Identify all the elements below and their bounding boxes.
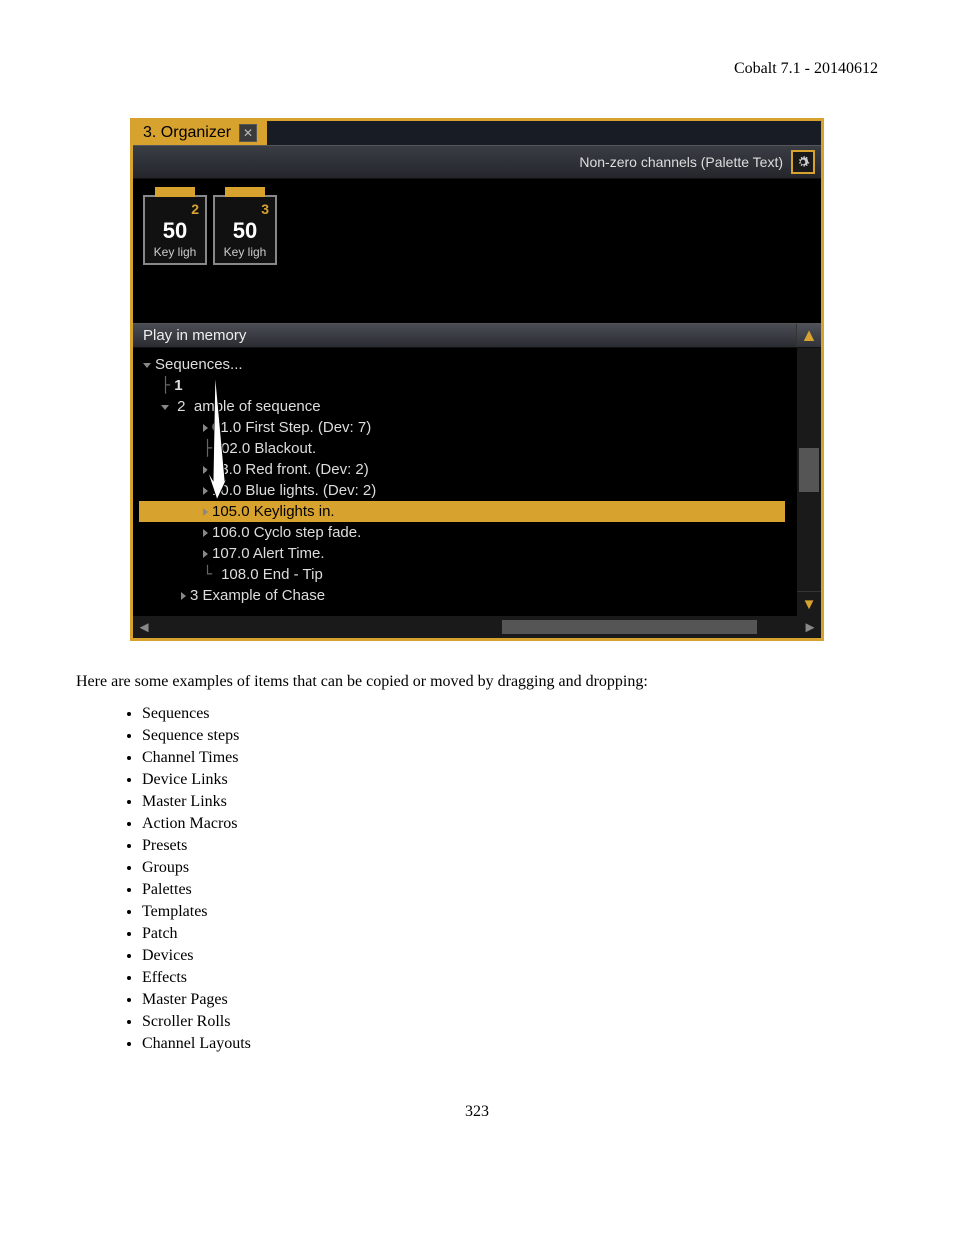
- chevron-down-icon[interactable]: [161, 405, 169, 410]
- view-mode-label: Non-zero channels (Palette Text): [579, 154, 783, 170]
- horizontal-scrollbar[interactable]: ◄ ►: [133, 616, 821, 638]
- close-icon[interactable]: ✕: [239, 124, 257, 142]
- tree-step[interactable]: 107.0 Alert Time.: [139, 543, 821, 564]
- channel-number: 3: [215, 201, 275, 217]
- tree-branch-icon: ├: [161, 376, 170, 394]
- list-item: Master Pages: [142, 989, 878, 1011]
- tree-step[interactable]: 13.0 Red front. (Dev: 2): [139, 459, 821, 480]
- scroll-track[interactable]: [159, 620, 795, 634]
- tree-label: 01.0 First Step. (Dev: 7): [212, 419, 371, 436]
- tree-label: .0 Blue lights. (Dev: 2): [229, 482, 377, 499]
- channel-number: 2: [145, 201, 205, 217]
- vertical-scrollbar[interactable]: ▼: [797, 348, 821, 616]
- channel-value: 50: [145, 217, 205, 245]
- tab-bar: 3. Organizer ✕: [133, 121, 821, 145]
- scroll-thumb[interactable]: [502, 620, 756, 634]
- tree-node-sequences[interactable]: Sequences...: [139, 354, 821, 375]
- tree-label: 106.0 Cyclo step fade.: [212, 524, 361, 541]
- tab-organizer[interactable]: 3. Organizer ✕: [133, 121, 267, 145]
- list-item: Sequence steps: [142, 725, 878, 747]
- channel-value: 50: [215, 217, 275, 245]
- channel-grid: 2 50 Key ligh 3 50 Key ligh: [133, 179, 821, 323]
- tree-label: 105.0 Keylights in.: [212, 503, 335, 520]
- doc-header: Cobalt 7.1 - 20140612: [76, 60, 878, 78]
- chevron-right-icon[interactable]: [203, 466, 208, 474]
- section-play-in-memory[interactable]: Play in memory ▲: [133, 323, 821, 348]
- chevron-down-icon[interactable]: [143, 363, 151, 368]
- chevron-right-icon[interactable]: [181, 592, 186, 600]
- tree-label: 02.0 Blackout.: [221, 440, 316, 457]
- tree-label: 1: [174, 377, 182, 394]
- list-item: Templates: [142, 901, 878, 923]
- tree-branch-icon: ├: [203, 439, 221, 457]
- tree-label: 107.0 Alert Time.: [212, 545, 325, 562]
- draggable-items-list: Sequences Sequence steps Channel Times D…: [124, 703, 878, 1055]
- scroll-thumb[interactable]: [799, 448, 819, 492]
- tree-node-seq1[interactable]: ├ 1: [139, 375, 821, 396]
- gear-icon[interactable]: [791, 150, 815, 174]
- tree-label: 108.0 End - Tip: [221, 566, 323, 583]
- list-item: Device Links: [142, 769, 878, 791]
- scroll-down-icon[interactable]: ▼: [797, 591, 821, 616]
- scroll-left-icon[interactable]: ◄: [135, 618, 153, 636]
- tree-step[interactable]: 01.0 First Step. (Dev: 7): [139, 417, 821, 438]
- tree-label: 3 Example of Chase: [190, 587, 325, 604]
- tree-step-selected[interactable]: 105.0 Keylights in.: [139, 501, 785, 522]
- list-item: Master Links: [142, 791, 878, 813]
- tree-label: 2: [177, 398, 185, 415]
- tree-step[interactable]: ├ 02.0 Blackout.: [139, 438, 821, 459]
- list-item: Action Macros: [142, 813, 878, 835]
- channel-label: Key ligh: [215, 245, 275, 261]
- list-item: Patch: [142, 923, 878, 945]
- channel-cell[interactable]: 3 50 Key ligh: [213, 195, 277, 265]
- tab-label: 3. Organizer: [143, 124, 231, 142]
- list-item: Channel Layouts: [142, 1033, 878, 1055]
- tree-label-pre: 10: [212, 482, 229, 499]
- chevron-right-icon[interactable]: [203, 550, 208, 558]
- sequence-tree: Sequences... ├ 1 2 ample of sequence 01.…: [133, 348, 821, 616]
- tree-step[interactable]: └ 108.0 End - Tip: [139, 564, 821, 585]
- tree-node-seq2[interactable]: 2 ample of sequence: [139, 396, 821, 417]
- tree-branch-icon: └: [203, 565, 221, 583]
- scroll-right-icon[interactable]: ►: [801, 618, 819, 636]
- chevron-right-icon[interactable]: [203, 508, 208, 516]
- chevron-right-icon[interactable]: [203, 487, 208, 495]
- organizer-screenshot: 3. Organizer ✕ Non-zero channels (Palett…: [130, 118, 824, 641]
- scroll-up-icon[interactable]: ▲: [796, 324, 821, 347]
- tree-label: Sequences...: [155, 356, 243, 373]
- list-item: Palettes: [142, 879, 878, 901]
- channel-cell[interactable]: 2 50 Key ligh: [143, 195, 207, 265]
- tree-step[interactable]: 10.0 Blue lights. (Dev: 2): [139, 480, 821, 501]
- channel-label: Key ligh: [145, 245, 205, 261]
- tree-node-seq3[interactable]: 3 Example of Chase: [139, 585, 821, 606]
- list-item: Sequences: [142, 703, 878, 725]
- tree-label: ample of sequence: [194, 398, 321, 415]
- page-number: 323: [76, 1103, 878, 1121]
- list-item: Effects: [142, 967, 878, 989]
- intro-paragraph: Here are some examples of items that can…: [76, 673, 878, 691]
- tree-step[interactable]: 106.0 Cyclo step fade.: [139, 522, 821, 543]
- list-item: Channel Times: [142, 747, 878, 769]
- view-toolbar: Non-zero channels (Palette Text): [133, 145, 821, 179]
- list-item: Presets: [142, 835, 878, 857]
- list-item: Groups: [142, 857, 878, 879]
- tree-label: 3.0 Red front. (Dev: 2): [220, 461, 368, 478]
- section-label: Play in memory: [143, 327, 246, 344]
- chevron-right-icon[interactable]: [203, 424, 208, 432]
- chevron-right-icon[interactable]: [203, 529, 208, 537]
- list-item: Devices: [142, 945, 878, 967]
- list-item: Scroller Rolls: [142, 1011, 878, 1033]
